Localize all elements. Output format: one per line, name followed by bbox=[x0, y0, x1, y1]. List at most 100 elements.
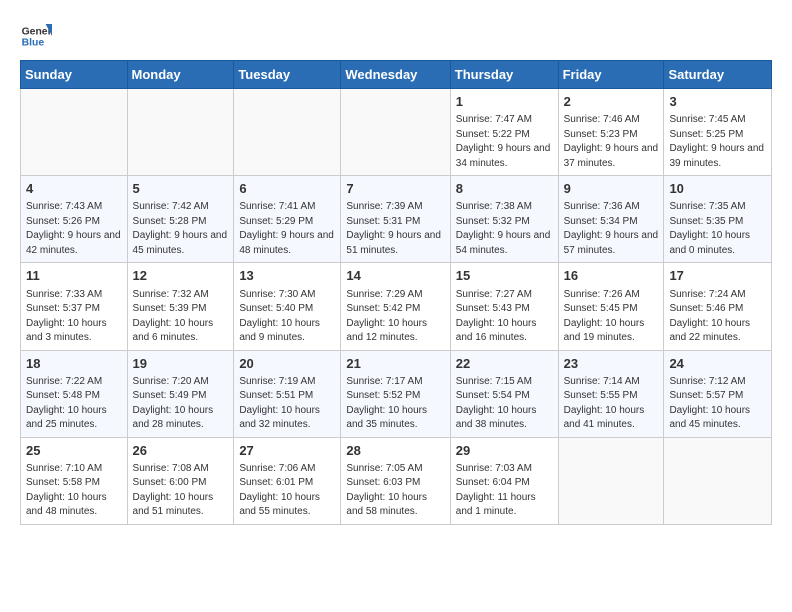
day-number: 18 bbox=[26, 355, 122, 373]
day-number: 23 bbox=[564, 355, 659, 373]
day-info: Sunrise: 7:39 AM Sunset: 5:31 PM Dayligh… bbox=[346, 200, 444, 258]
day-info: Sunrise: 7:12 AM Sunset: 5:57 PM Dayligh… bbox=[669, 375, 766, 433]
day-info: Sunrise: 7:36 AM Sunset: 5:34 PM Dayligh… bbox=[564, 200, 659, 258]
day-number: 22 bbox=[456, 355, 553, 373]
day-number: 24 bbox=[669, 355, 766, 373]
day-number: 5 bbox=[133, 180, 229, 198]
calendar-header-friday: Friday bbox=[558, 61, 664, 89]
calendar-cell: 14 Sunrise: 7:29 AM Sunset: 5:42 PM Dayli… bbox=[341, 263, 450, 350]
calendar-cell: 25 Sunrise: 7:10 AM Sunset: 5:58 PM Dayli… bbox=[21, 437, 128, 524]
calendar-header-saturday: Saturday bbox=[664, 61, 772, 89]
calendar-cell: 21Sunrise: 7:17 AM Sunset: 5:52 PM Dayli… bbox=[341, 350, 450, 437]
day-number: 17 bbox=[669, 267, 766, 285]
logo: General Blue bbox=[20, 20, 52, 52]
day-info: Sunrise: 7:20 AM Sunset: 5:49 PM Dayligh… bbox=[133, 375, 229, 433]
calendar-cell: 13 Sunrise: 7:30 AM Sunset: 5:40 PM Dayli… bbox=[234, 263, 341, 350]
calendar-cell: 9Sunrise: 7:36 AM Sunset: 5:34 PM Daylig… bbox=[558, 176, 664, 263]
day-info: Sunrise: 7:43 AM Sunset: 5:26 PM Dayligh… bbox=[26, 200, 122, 258]
day-info: Sunrise: 7:03 AM Sunset: 6:04 PM Dayligh… bbox=[456, 462, 553, 520]
calendar-row: 11 Sunrise: 7:33 AM Sunset: 5:37 PM Dayli… bbox=[21, 263, 772, 350]
calendar-cell: 8 Sunrise: 7:38 AM Sunset: 5:32 PM Daylig… bbox=[450, 176, 558, 263]
day-number: 7 bbox=[346, 180, 444, 198]
calendar-cell bbox=[21, 89, 128, 176]
calendar-cell: 12Sunrise: 7:32 AM Sunset: 5:39 PM Dayli… bbox=[127, 263, 234, 350]
calendar-cell: 18 Sunrise: 7:22 AM Sunset: 5:48 PM Dayli… bbox=[21, 350, 128, 437]
day-info: Sunrise: 7:33 AM Sunset: 5:37 PM Dayligh… bbox=[26, 288, 122, 346]
calendar-cell bbox=[127, 89, 234, 176]
calendar-header-wednesday: Wednesday bbox=[341, 61, 450, 89]
calendar-cell bbox=[341, 89, 450, 176]
day-info: Sunrise: 7:30 AM Sunset: 5:40 PM Dayligh… bbox=[239, 288, 335, 346]
calendar-row: 1 Sunrise: 7:47 AM Sunset: 5:22 PM Daylig… bbox=[21, 89, 772, 176]
day-info: Sunrise: 7:17 AM Sunset: 5:52 PM Dayligh… bbox=[346, 375, 444, 433]
calendar-cell: 2 Sunrise: 7:46 AM Sunset: 5:23 PM Daylig… bbox=[558, 89, 664, 176]
day-number: 12 bbox=[133, 267, 229, 285]
calendar-cell: 27 Sunrise: 7:06 AM Sunset: 6:01 PM Dayli… bbox=[234, 437, 341, 524]
day-info: Sunrise: 7:27 AM Sunset: 5:43 PM Dayligh… bbox=[456, 288, 553, 346]
day-number: 28 bbox=[346, 442, 444, 460]
day-info: Sunrise: 7:26 AM Sunset: 5:45 PM Dayligh… bbox=[564, 288, 659, 346]
day-number: 27 bbox=[239, 442, 335, 460]
day-number: 4 bbox=[26, 180, 122, 198]
calendar-cell: 6 Sunrise: 7:41 AM Sunset: 5:29 PM Daylig… bbox=[234, 176, 341, 263]
day-number: 29 bbox=[456, 442, 553, 460]
calendar-header-thursday: Thursday bbox=[450, 61, 558, 89]
calendar-row: 25 Sunrise: 7:10 AM Sunset: 5:58 PM Dayli… bbox=[21, 437, 772, 524]
day-info: Sunrise: 7:14 AM Sunset: 5:55 PM Dayligh… bbox=[564, 375, 659, 433]
calendar-cell: 11 Sunrise: 7:33 AM Sunset: 5:37 PM Dayli… bbox=[21, 263, 128, 350]
day-number: 3 bbox=[669, 93, 766, 111]
calendar-cell bbox=[234, 89, 341, 176]
day-number: 8 bbox=[456, 180, 553, 198]
day-number: 25 bbox=[26, 442, 122, 460]
calendar-cell: 19 Sunrise: 7:20 AM Sunset: 5:49 PM Dayli… bbox=[127, 350, 234, 437]
calendar-header-tuesday: Tuesday bbox=[234, 61, 341, 89]
calendar-cell bbox=[664, 437, 772, 524]
calendar-cell: 1 Sunrise: 7:47 AM Sunset: 5:22 PM Daylig… bbox=[450, 89, 558, 176]
day-info: Sunrise: 7:29 AM Sunset: 5:42 PM Dayligh… bbox=[346, 288, 444, 346]
calendar-cell: 23 Sunrise: 7:14 AM Sunset: 5:55 PM Dayli… bbox=[558, 350, 664, 437]
calendar-cell: 28 Sunrise: 7:05 AM Sunset: 6:03 PM Dayli… bbox=[341, 437, 450, 524]
svg-text:General: General bbox=[22, 26, 52, 37]
calendar-cell: 26Sunrise: 7:08 AM Sunset: 6:00 PM Dayli… bbox=[127, 437, 234, 524]
day-info: Sunrise: 7:45 AM Sunset: 5:25 PM Dayligh… bbox=[669, 113, 766, 171]
day-number: 13 bbox=[239, 267, 335, 285]
day-number: 6 bbox=[239, 180, 335, 198]
calendar-cell: 5 Sunrise: 7:42 AM Sunset: 5:28 PM Daylig… bbox=[127, 176, 234, 263]
day-number: 14 bbox=[346, 267, 444, 285]
calendar-cell: 17 Sunrise: 7:24 AM Sunset: 5:46 PM Dayli… bbox=[664, 263, 772, 350]
day-info: Sunrise: 7:05 AM Sunset: 6:03 PM Dayligh… bbox=[346, 462, 444, 520]
day-number: 2 bbox=[564, 93, 659, 111]
day-number: 19 bbox=[133, 355, 229, 373]
calendar-header-sunday: Sunday bbox=[21, 61, 128, 89]
day-number: 1 bbox=[456, 93, 553, 111]
calendar-cell: 29 Sunrise: 7:03 AM Sunset: 6:04 PM Dayli… bbox=[450, 437, 558, 524]
calendar-cell: 22 Sunrise: 7:15 AM Sunset: 5:54 PM Dayli… bbox=[450, 350, 558, 437]
day-info: Sunrise: 7:10 AM Sunset: 5:58 PM Dayligh… bbox=[26, 462, 122, 520]
day-number: 10 bbox=[669, 180, 766, 198]
day-info: Sunrise: 7:35 AM Sunset: 5:35 PM Dayligh… bbox=[669, 200, 766, 258]
day-info: Sunrise: 7:15 AM Sunset: 5:54 PM Dayligh… bbox=[456, 375, 553, 433]
calendar-cell: 16 Sunrise: 7:26 AM Sunset: 5:45 PM Dayli… bbox=[558, 263, 664, 350]
day-number: 11 bbox=[26, 267, 122, 285]
calendar-table: SundayMondayTuesdayWednesdayThursdayFrid… bbox=[20, 60, 772, 525]
day-info: Sunrise: 7:24 AM Sunset: 5:46 PM Dayligh… bbox=[669, 288, 766, 346]
day-info: Sunrise: 7:06 AM Sunset: 6:01 PM Dayligh… bbox=[239, 462, 335, 520]
calendar-header-monday: Monday bbox=[127, 61, 234, 89]
day-info: Sunrise: 7:41 AM Sunset: 5:29 PM Dayligh… bbox=[239, 200, 335, 258]
calendar-cell: 3 Sunrise: 7:45 AM Sunset: 5:25 PM Daylig… bbox=[664, 89, 772, 176]
day-info: Sunrise: 7:19 AM Sunset: 5:51 PM Dayligh… bbox=[239, 375, 335, 433]
day-info: Sunrise: 7:46 AM Sunset: 5:23 PM Dayligh… bbox=[564, 113, 659, 171]
calendar-row: 18 Sunrise: 7:22 AM Sunset: 5:48 PM Dayli… bbox=[21, 350, 772, 437]
day-info: Sunrise: 7:22 AM Sunset: 5:48 PM Dayligh… bbox=[26, 375, 122, 433]
calendar-cell: 7 Sunrise: 7:39 AM Sunset: 5:31 PM Daylig… bbox=[341, 176, 450, 263]
day-number: 16 bbox=[564, 267, 659, 285]
day-number: 15 bbox=[456, 267, 553, 285]
day-info: Sunrise: 7:42 AM Sunset: 5:28 PM Dayligh… bbox=[133, 200, 229, 258]
page-header: General Blue bbox=[20, 16, 772, 52]
day-info: Sunrise: 7:38 AM Sunset: 5:32 PM Dayligh… bbox=[456, 200, 553, 258]
day-info: Sunrise: 7:47 AM Sunset: 5:22 PM Dayligh… bbox=[456, 113, 553, 171]
day-info: Sunrise: 7:08 AM Sunset: 6:00 PM Dayligh… bbox=[133, 462, 229, 520]
calendar-cell: 4 Sunrise: 7:43 AM Sunset: 5:26 PM Daylig… bbox=[21, 176, 128, 263]
calendar-cell bbox=[558, 437, 664, 524]
calendar-cell: 15 Sunrise: 7:27 AM Sunset: 5:43 PM Dayli… bbox=[450, 263, 558, 350]
